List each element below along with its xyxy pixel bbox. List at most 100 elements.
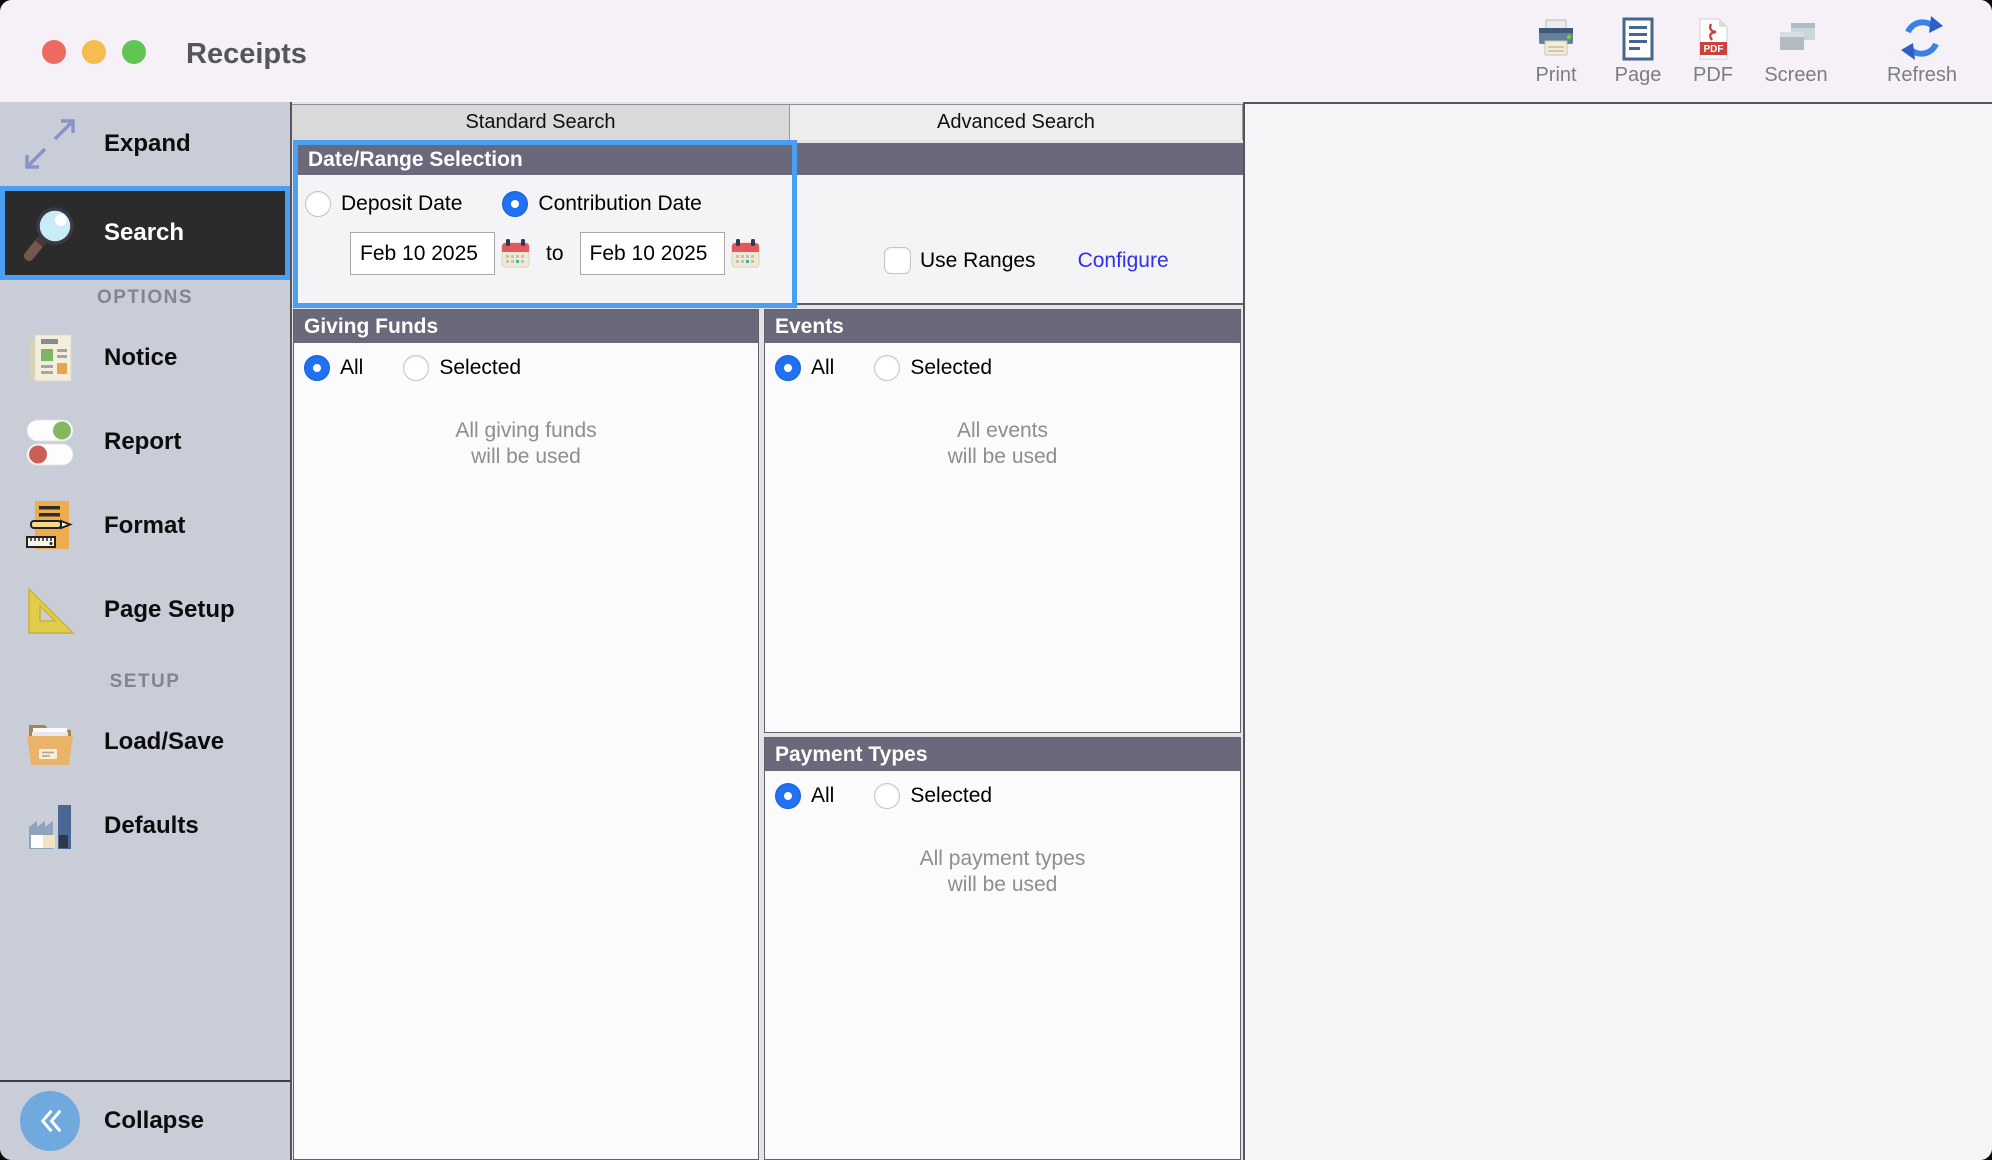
- refresh-button[interactable]: Refresh: [1876, 12, 1968, 87]
- sidebar: Expand Search OPTIONS: [0, 102, 292, 1160]
- all-label: All: [811, 356, 834, 380]
- sidebar-item-page-setup[interactable]: Page Setup: [0, 568, 290, 652]
- search-settings-area: Standard Search Advanced Search Date/Ran…: [292, 102, 1243, 1160]
- ranges-panel: Use Ranges Configure: [797, 143, 1243, 305]
- contribution-date-radio[interactable]: [502, 191, 528, 217]
- note-line: will be used: [294, 444, 758, 470]
- selected-label: Selected: [910, 784, 992, 808]
- titlebar: Receipts Print: [0, 0, 1992, 102]
- folder-icon: [20, 712, 80, 772]
- sidebar-item-label: Defaults: [104, 812, 199, 840]
- toolbar-label: Print: [1510, 64, 1602, 87]
- date-type-radios: Deposit Date Contribution Date: [305, 191, 702, 217]
- sidebar-item-label: Search: [104, 219, 184, 247]
- panel-title: Events: [765, 310, 1240, 343]
- payment-types-selected-radio[interactable]: [874, 783, 900, 809]
- payment-types-body: All Selected All payment types will be u…: [765, 771, 1240, 1159]
- note-line: All payment types: [765, 846, 1240, 872]
- deposit-date-radio[interactable]: [305, 191, 331, 217]
- printer-icon: [1510, 12, 1602, 62]
- note-line: will be used: [765, 444, 1240, 470]
- events-radios: All Selected: [775, 355, 1240, 381]
- giving-funds-body: All Selected All giving funds will be us…: [294, 343, 758, 1159]
- use-ranges-row: Use Ranges Configure: [884, 247, 1169, 274]
- tab-standard-search[interactable]: Standard Search: [292, 105, 790, 140]
- search-tabbar: Standard Search Advanced Search: [292, 104, 1243, 140]
- sidebar-item-load-save[interactable]: Load/Save: [0, 700, 290, 784]
- sidebar-item-collapse[interactable]: Collapse: [0, 1080, 290, 1160]
- svg-text:PDF: PDF: [1704, 44, 1724, 55]
- sidebar-item-defaults[interactable]: Defaults: [0, 784, 290, 868]
- payment-types-note: All payment types will be used: [765, 846, 1240, 898]
- expand-icon: [20, 114, 80, 174]
- sidebar-section-options: OPTIONS: [0, 280, 290, 316]
- payment-types-all-radio[interactable]: [775, 783, 801, 809]
- refresh-icon: [1876, 12, 1968, 62]
- bar-chart-icon: [20, 796, 80, 856]
- giving-funds-radios: All Selected: [304, 355, 758, 381]
- sidebar-item-label: Report: [104, 428, 181, 456]
- calendar-picker-icon[interactable]: [731, 238, 760, 269]
- events-all-radio[interactable]: [775, 355, 801, 381]
- configure-link[interactable]: Configure: [1078, 249, 1169, 273]
- date-range-panel: Date/Range Selection Deposit Date Contri…: [293, 140, 797, 308]
- deposit-date-label: Deposit Date: [341, 192, 462, 216]
- giving-funds-all-radio[interactable]: [304, 355, 330, 381]
- panel-title: Payment Types: [765, 738, 1240, 771]
- events-note: All events will be used: [765, 418, 1240, 470]
- sidebar-item-format[interactable]: Format: [0, 484, 290, 568]
- panel-title: Date/Range Selection: [298, 145, 792, 175]
- sidebar-item-label: Format: [104, 512, 185, 540]
- minimize-button[interactable]: [82, 40, 106, 64]
- selected-label: Selected: [439, 356, 521, 380]
- sidebar-item-label: Notice: [104, 344, 177, 372]
- calendar-picker-icon[interactable]: [501, 238, 530, 269]
- pdf-button[interactable]: PDF PDF: [1667, 12, 1759, 87]
- to-label: to: [546, 242, 564, 266]
- date-range-body: Deposit Date Contribution Date Feb 10 20…: [298, 175, 792, 303]
- all-label: All: [340, 356, 363, 380]
- sidebar-item-label: Collapse: [104, 1107, 204, 1135]
- sidebar-item-label: Load/Save: [104, 728, 224, 756]
- close-button[interactable]: [42, 40, 66, 64]
- sidebar-item-expand[interactable]: Expand: [0, 102, 290, 186]
- print-button[interactable]: Print: [1510, 12, 1602, 87]
- from-date-field[interactable]: Feb 10 2025: [350, 232, 495, 275]
- note-line: will be used: [765, 872, 1240, 898]
- zoom-button[interactable]: [122, 40, 146, 64]
- sidebar-item-report[interactable]: Report: [0, 400, 290, 484]
- date-fields-row: Feb 10 2025: [350, 232, 760, 275]
- app-window: Receipts Print: [0, 0, 1992, 1160]
- payment-types-radios: All Selected: [775, 783, 1240, 809]
- toolbar-label: PDF: [1667, 64, 1759, 87]
- format-doc-icon: [20, 496, 80, 556]
- events-selected-radio[interactable]: [874, 355, 900, 381]
- payment-types-panel: Payment Types All Selected All payment t…: [764, 737, 1241, 1160]
- sidebar-item-search[interactable]: Search: [0, 186, 290, 280]
- preview-pane: [1243, 102, 1992, 1160]
- screen-button[interactable]: Screen: [1750, 12, 1842, 87]
- contribution-date-label: Contribution Date: [538, 192, 701, 216]
- events-panel: Events All Selected All events will be u…: [764, 309, 1241, 733]
- giving-funds-panel: Giving Funds All Selected All giving fun…: [293, 309, 759, 1160]
- giving-funds-note: All giving funds will be used: [294, 418, 758, 470]
- screen-icon: [1750, 12, 1842, 62]
- note-line: All giving funds: [294, 418, 758, 444]
- selected-label: Selected: [910, 356, 992, 380]
- use-ranges-checkbox[interactable]: [884, 247, 911, 274]
- sidebar-item-label: Expand: [104, 130, 191, 158]
- giving-funds-selected-radio[interactable]: [403, 355, 429, 381]
- sidebar-section-setup: SETUP: [0, 664, 290, 700]
- events-body: All Selected All events will be used: [765, 343, 1240, 732]
- note-line: All events: [765, 418, 1240, 444]
- toolbar-label: Refresh: [1876, 64, 1968, 87]
- set-square-icon: [20, 580, 80, 640]
- ranges-panel-header: [797, 143, 1243, 175]
- tab-advanced-search[interactable]: Advanced Search: [790, 105, 1243, 140]
- newspaper-icon: [20, 328, 80, 388]
- to-date-field[interactable]: Feb 10 2025: [580, 232, 725, 275]
- collapse-icon: [20, 1091, 80, 1151]
- window-title: Receipts: [186, 38, 307, 71]
- sidebar-item-notice[interactable]: Notice: [0, 316, 290, 400]
- sidebar-item-label: Page Setup: [104, 596, 235, 624]
